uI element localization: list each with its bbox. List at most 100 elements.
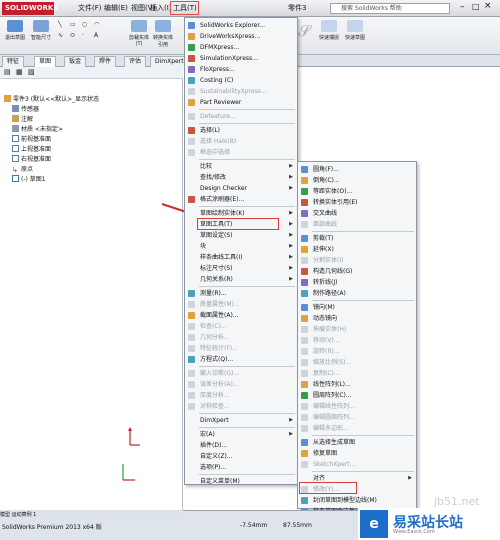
tree-item-right-plane[interactable]: 右视基准面 xyxy=(12,155,51,165)
tree-item-sketch1[interactable]: (-) 草图1 xyxy=(12,175,46,185)
document-name: 零件3 xyxy=(288,4,307,12)
tools-menu-item[interactable]: DFMXpress... xyxy=(185,42,297,53)
line-icon[interactable]: ╲ xyxy=(58,21,62,28)
feature-tree-icon[interactable]: ▤ xyxy=(4,68,11,76)
config-manager-icon[interactable]: ▧ xyxy=(28,68,35,76)
menu-edit[interactable]: 编辑(E) xyxy=(104,3,128,13)
tools-menu-item[interactable]: 插件(D)... xyxy=(185,440,297,451)
rectangle-icon[interactable]: ▭ xyxy=(70,21,76,28)
sketch-tools-item[interactable]: 交叉曲线 xyxy=(298,208,416,219)
maximize-icon[interactable]: □ xyxy=(472,2,480,11)
tools-menu-item[interactable]: Part Reviewer xyxy=(185,97,297,108)
tab-evaluate[interactable]: 评估 xyxy=(124,56,147,67)
tools-menu-item[interactable]: 自定义(Z)... xyxy=(185,451,297,462)
tools-menu-item-label: DriveWorksXpress... xyxy=(200,33,261,40)
tools-menu-item[interactable]: Costing (C) xyxy=(185,75,297,86)
menu-file[interactable]: 文件(F) xyxy=(78,3,102,13)
tools-menu-item[interactable]: 方程式(Q)... xyxy=(185,354,297,365)
trim-entities-button[interactable]: 剪裁实体(T) xyxy=(128,19,150,51)
close-icon[interactable]: × xyxy=(484,1,492,11)
sketch-tools-item-icon xyxy=(301,221,308,228)
tools-menu-item[interactable]: 草图设定(S) ▶ xyxy=(185,230,297,241)
help-search-input[interactable]: 搜索 SolidWorks 帮助 xyxy=(330,3,450,14)
point-icon[interactable]: · xyxy=(82,32,84,39)
tab-features[interactable]: 特征 xyxy=(2,56,25,67)
tree-item-material[interactable]: 材质 <未指定> xyxy=(12,125,63,135)
model-tabs[interactable]: 模型 运动算例 1 xyxy=(0,510,183,520)
tools-menu-item[interactable]: 比较 ▶ xyxy=(185,161,297,172)
quick-snaps-button[interactable]: 快速捕捉 xyxy=(318,19,340,51)
tools-menu-item[interactable]: 宏(A) ▶ xyxy=(185,429,297,440)
tab-sketch[interactable]: 草图 xyxy=(34,56,57,67)
arc-icon[interactable]: ◠ xyxy=(94,21,99,28)
ellipse-icon[interactable]: ⬭ xyxy=(70,32,75,40)
tree-item-front-plane[interactable]: 前视基准面 xyxy=(12,135,51,145)
sketch-tools-item-label: 转换实体引用(E) xyxy=(313,199,358,206)
sketch-tools-item[interactable]: 镜向(M) xyxy=(298,302,416,313)
sketch-tools-item[interactable]: 圆角(F)... xyxy=(298,164,416,175)
sketch-tools-item[interactable]: 等距实体(O)... xyxy=(298,186,416,197)
sketch-tools-item[interactable]: 延伸(X) xyxy=(298,244,416,255)
tools-menu-item[interactable]: SolidWorks Explorer... xyxy=(185,20,297,31)
tools-menu-item[interactable]: Design Checker ▶ xyxy=(185,183,297,194)
sketch-tools-item-label: 伸展实体(H) xyxy=(313,326,347,333)
convert-entities-button[interactable]: 转换实体引用 xyxy=(152,19,174,51)
sketch-tools-item[interactable]: 修复草图 xyxy=(298,448,416,459)
menu-tools[interactable]: 工具(T) xyxy=(170,1,199,15)
sketch-tools-item[interactable]: 动态镜向 xyxy=(298,313,416,324)
tools-menu-item[interactable]: 查找/修改 ▶ xyxy=(185,172,297,183)
minimize-icon[interactable]: – xyxy=(460,2,465,12)
part-icon xyxy=(4,95,11,102)
tools-menu-item-label: 草图设定(S) xyxy=(200,232,233,239)
tools-menu-item[interactable]: 选项(P)... xyxy=(185,462,297,473)
circle-icon[interactable]: ○ xyxy=(82,21,87,28)
tree-item-top-plane[interactable]: 上视基准面 xyxy=(12,145,51,155)
sketch-tools-item-icon xyxy=(301,403,308,410)
tools-menu-item[interactable]: DriveWorksXpress... xyxy=(185,31,297,42)
property-manager-icon[interactable]: ▦ xyxy=(16,68,23,76)
sketch-tools-item-label: 面部曲线 xyxy=(313,221,338,228)
spline-icon[interactable]: ∿ xyxy=(58,32,63,39)
tools-menu-item-icon xyxy=(188,44,195,51)
menu-insert[interactable]: 插入(I) xyxy=(150,3,172,13)
sketch-tools-item[interactable]: 剪裁(T) xyxy=(298,233,416,244)
sketch-tools-item[interactable]: 倒角(C)... xyxy=(298,175,416,186)
tools-menu-item[interactable]: DimXpert ▶ xyxy=(185,415,297,426)
sketch-tools-item[interactable]: 封闭草图到模型边线(M) xyxy=(298,495,416,506)
tree-item-origin[interactable]: ↳ 原点 xyxy=(12,165,33,175)
smart-dimension-button[interactable]: 智能尺寸 xyxy=(30,19,52,51)
sketch-tools-item[interactable]: 转折线(J) xyxy=(298,277,416,288)
tools-menu-item[interactable]: 标注尺寸(S) ▶ xyxy=(185,263,297,274)
sketch-tools-item-label: 转折线(J) xyxy=(313,279,338,286)
tree-item-annotations[interactable]: 注解 xyxy=(12,115,33,125)
tools-menu-item[interactable]: 测量(R)... xyxy=(185,288,297,299)
tools-menu-item[interactable]: 样条曲线工具(I) ▶ xyxy=(185,252,297,263)
menu-separator xyxy=(199,159,295,160)
sketch-tools-item[interactable]: 线性阵列(L)... xyxy=(298,379,416,390)
tools-menu-item[interactable]: 自定义菜单(M) xyxy=(185,476,297,487)
sketch-tools-item[interactable]: 构造几何线(G) xyxy=(298,266,416,277)
tab-sheet-metal[interactable]: 钣金 xyxy=(64,56,87,67)
tools-menu-item[interactable]: 格式涂刷器(E)... xyxy=(185,194,297,205)
tree-item-part[interactable]: 零件3 (默认<<默认>_显示状态 xyxy=(4,95,99,105)
tools-menu-item[interactable]: FloXpress... xyxy=(185,64,297,75)
tools-menu-item-icon xyxy=(188,33,195,40)
tools-menu-item[interactable]: 截面属性(A)... xyxy=(185,310,297,321)
tree-item-sensors[interactable]: 传感器 xyxy=(12,105,39,115)
tab-dimxpert[interactable]: DimXpert xyxy=(150,56,189,67)
text-icon[interactable]: A xyxy=(94,32,98,39)
tools-menu-item-icon xyxy=(188,163,195,170)
tab-weldments[interactable]: 焊件 xyxy=(94,56,117,67)
tools-menu-item[interactable]: 块 ▶ xyxy=(185,241,297,252)
sketch-tools-item[interactable]: 从选择生成草图 xyxy=(298,437,416,448)
sketch-tools-item[interactable]: 制作路径(A) xyxy=(298,288,416,299)
tools-menu-item[interactable]: SimulationXpress... xyxy=(185,53,297,64)
sketch-tools-item[interactable]: 转换实体引用(E) xyxy=(298,197,416,208)
tools-menu-item: 对称检查... xyxy=(185,401,297,412)
sketch-tools-item-label: 动态镜向 xyxy=(313,315,338,322)
tools-menu-item[interactable]: 选择(L) xyxy=(185,125,297,136)
rapid-sketch-button[interactable]: 快速草图 xyxy=(344,19,366,51)
sketch-tools-item[interactable]: 圆周阵列(C)... xyxy=(298,390,416,401)
exit-sketch-button[interactable]: 退出草图 xyxy=(4,19,26,51)
tools-menu-item[interactable]: 几何关系(R) ▶ xyxy=(185,274,297,285)
